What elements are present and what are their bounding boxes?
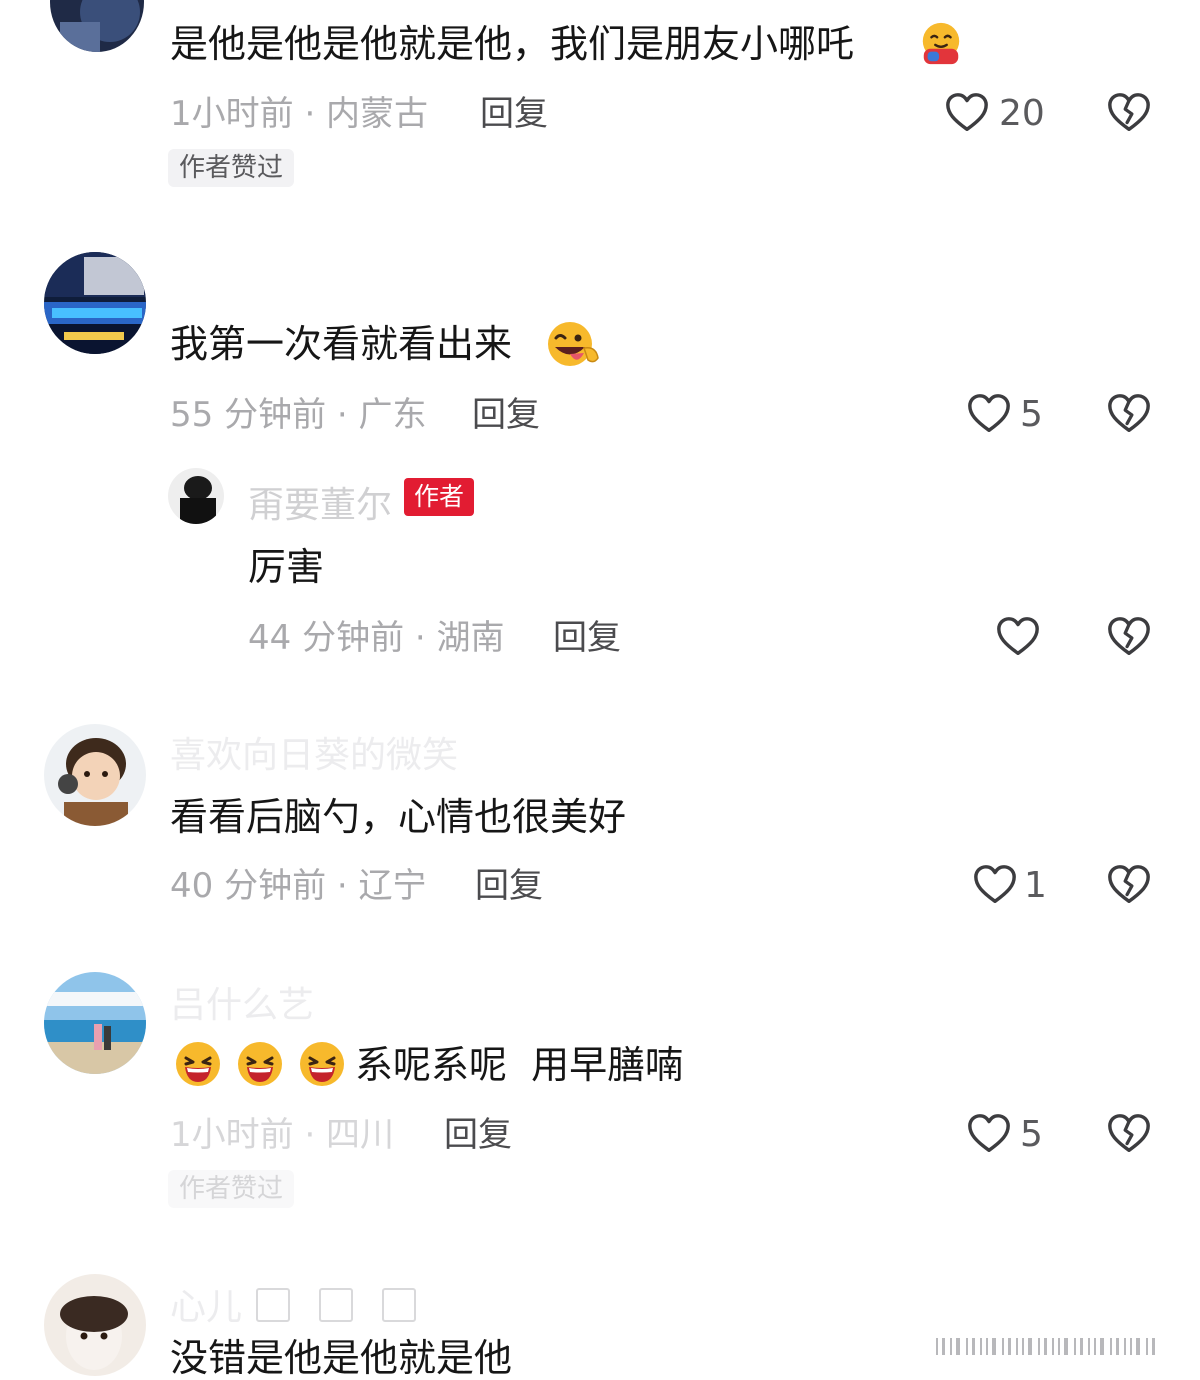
reply-meta: 44 分钟前 · 湖南 [248, 618, 505, 658]
reply-button[interactable]: 回复 [480, 94, 548, 134]
laughing-face-emoji [298, 1040, 346, 1088]
laughing-face-emoji [236, 1040, 284, 1088]
dislike-button[interactable] [1106, 391, 1152, 437]
author-liked-tag: 作者赞过 [168, 149, 295, 187]
reply-button[interactable]: 回复 [444, 1115, 512, 1155]
broken-heart-icon [1106, 614, 1152, 660]
comment-text: 系呢系呢 用早膳喃 [355, 1043, 683, 1087]
winking-tongue-emoji [544, 320, 600, 368]
comment-meta: 1小时前 · 内蒙古 [170, 94, 429, 134]
reply-avatar[interactable] [168, 468, 224, 524]
reply-username[interactable]: 甭要董尔 [248, 476, 392, 528]
comment-text: 是他是他是他就是他，我们是朋友小哪吒 [170, 22, 854, 66]
comment-username[interactable]: 心儿 [170, 1278, 242, 1330]
broken-heart-icon [1106, 1111, 1152, 1157]
avatar-image [44, 972, 146, 1074]
laughing-face-emoji-svg [236, 1040, 284, 1088]
like-button[interactable] [972, 862, 1018, 908]
dislike-button[interactable] [1106, 1111, 1152, 1157]
placeholder-glyph-box [382, 1288, 416, 1322]
laughing-face-emoji-svg [174, 1040, 222, 1088]
comment-text: 我第一次看就看出来 [170, 322, 512, 366]
reply-button[interactable]: 回复 [553, 618, 621, 658]
hugging-face-emoji [918, 20, 964, 66]
dislike-button[interactable] [1106, 90, 1152, 136]
avatar-image [44, 252, 146, 354]
heart-outline-icon [944, 90, 990, 136]
avatar-image [168, 468, 224, 524]
comment-meta: 40 分钟前 · 辽宁 [170, 866, 427, 906]
placeholder-glyph-box [319, 1288, 353, 1322]
author-liked-tag: 作者赞过 [168, 1170, 295, 1208]
comment-text: 看看后脑勺，心情也很美好 [170, 795, 627, 839]
heart-outline-icon [972, 862, 1018, 908]
like-button[interactable] [995, 614, 1041, 660]
comment-text-content: 系呢系呢 用早膳喃 [355, 1043, 684, 1087]
laughing-face-emoji [174, 1040, 222, 1088]
avatar-image [44, 1274, 146, 1376]
reply-button[interactable]: 回复 [475, 866, 543, 906]
avatar[interactable] [44, 252, 146, 354]
like-button[interactable] [966, 391, 1012, 437]
like-count: 5 [1020, 394, 1043, 435]
avatar[interactable] [50, 0, 144, 52]
heart-outline-icon [966, 391, 1012, 437]
broken-heart-icon [1106, 391, 1152, 437]
avatar[interactable] [44, 972, 146, 1074]
like-button[interactable] [944, 90, 990, 136]
comment-meta: 55 分钟前 · 广东 [170, 395, 427, 435]
avatar-image [44, 724, 146, 826]
avatar-image [50, 0, 144, 52]
laughing-face-emoji-svg [298, 1040, 346, 1088]
comment-username[interactable]: 吕什么艺 [170, 976, 314, 1028]
avatar[interactable] [44, 724, 146, 826]
like-button[interactable] [966, 1111, 1012, 1157]
comment-meta: 1小时前 · 四川 [170, 1115, 395, 1155]
avatar[interactable] [44, 1274, 146, 1376]
comment-text-content: 是他是他是他就是他，我们是朋友小哪吒 [170, 22, 855, 66]
placeholder-glyph-box [256, 1288, 290, 1322]
broken-heart-icon [1106, 90, 1152, 136]
heart-outline-icon [966, 1111, 1012, 1157]
watermark-pattern [930, 1334, 1170, 1359]
comment-text-content: 我第一次看就看出来 [170, 322, 513, 366]
reply-text: 厉害 [248, 545, 325, 589]
comment-text: 没错是他是他就是他 [170, 1336, 513, 1380]
broken-heart-icon [1106, 862, 1152, 908]
heart-outline-icon [995, 614, 1041, 660]
dislike-button[interactable] [1106, 862, 1152, 908]
dislike-button[interactable] [1106, 614, 1152, 660]
like-count: 20 [999, 93, 1045, 134]
reply-button[interactable]: 回复 [472, 395, 540, 435]
like-count: 1 [1024, 865, 1047, 906]
author-badge: 作者 [404, 478, 475, 516]
comment-username[interactable]: 喜欢向日葵的微笑 [170, 726, 458, 778]
like-count: 5 [1020, 1114, 1043, 1155]
